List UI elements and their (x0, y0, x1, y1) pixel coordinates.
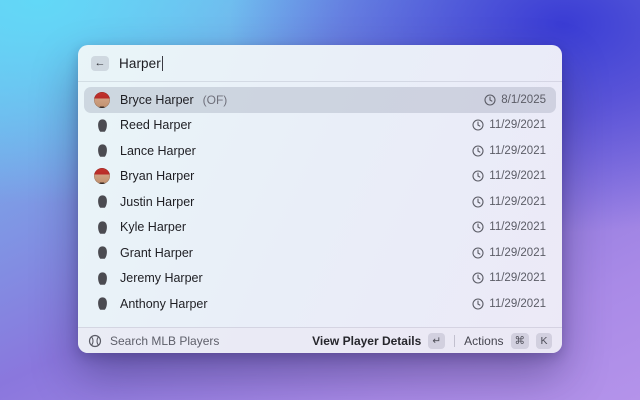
player-position: (OF) (203, 93, 228, 107)
clock-icon (472, 221, 484, 233)
clock-icon (472, 298, 484, 310)
player-date: 8/1/2025 (501, 94, 546, 106)
player-silhouette-avatar (94, 117, 110, 133)
results-list: Bryce Harper (OF) 8/1/2025 Reed Harper 11/29… (78, 82, 562, 327)
text-caret (162, 56, 163, 71)
player-row[interactable]: Anthony Harper 11/29/2021 (84, 291, 556, 317)
footer-command-info: Search MLB Players (88, 334, 219, 348)
player-name: Justin Harper (120, 195, 194, 209)
player-photo-avatar (94, 168, 110, 184)
footer-bar: Search MLB Players View Player Details ↵… (78, 327, 562, 353)
player-row[interactable]: Grant Harper 11/29/2021 (84, 240, 556, 266)
player-name: Bryce Harper (120, 93, 194, 107)
k-keycap: K (536, 333, 552, 349)
clock-icon (472, 272, 484, 284)
player-silhouette-avatar (94, 270, 110, 286)
actions-button[interactable]: Actions (464, 334, 503, 348)
player-silhouette-avatar (94, 296, 110, 312)
back-arrow-icon: ← (95, 56, 106, 71)
search-input[interactable]: Harper (119, 45, 549, 81)
player-silhouette-avatar (94, 194, 110, 210)
player-row[interactable]: Justin Harper 11/29/2021 (84, 189, 556, 215)
player-silhouette-avatar (94, 143, 110, 159)
row-accessory: 11/29/2021 (472, 298, 546, 310)
footer-actions: View Player Details ↵ Actions ⌘ K (312, 333, 552, 349)
clock-icon (472, 145, 484, 157)
player-row[interactable]: Jeremy Harper 11/29/2021 (84, 266, 556, 292)
clock-icon (472, 119, 484, 131)
player-date: 11/29/2021 (489, 272, 546, 284)
player-date: 11/29/2021 (489, 221, 546, 233)
player-date: 11/29/2021 (489, 247, 546, 259)
clock-icon (484, 94, 496, 106)
cmd-keycap: ⌘ (511, 333, 530, 349)
player-silhouette-avatar (94, 245, 110, 261)
player-date: 11/29/2021 (489, 196, 546, 208)
launcher-window: ← Harper Bryce Harper (OF) 8/1/2025 Reed Ha… (78, 45, 562, 353)
player-name: Kyle Harper (120, 220, 186, 234)
player-date: 11/29/2021 (489, 170, 546, 182)
back-button[interactable]: ← (91, 56, 109, 71)
row-accessory: 11/29/2021 (472, 196, 546, 208)
row-accessory: 11/29/2021 (472, 170, 546, 182)
player-row[interactable]: Bryce Harper (OF) 8/1/2025 (84, 87, 556, 113)
player-row[interactable]: Reed Harper 11/29/2021 (84, 113, 556, 139)
player-name: Grant Harper (120, 246, 193, 260)
row-accessory: 11/29/2021 (472, 119, 546, 131)
player-name: Anthony Harper (120, 297, 208, 311)
command-title: Search MLB Players (110, 334, 219, 348)
player-row[interactable]: Lance Harper 11/29/2021 (84, 138, 556, 164)
player-photo-avatar (94, 92, 110, 108)
player-silhouette-avatar (94, 219, 110, 235)
player-date: 11/29/2021 (489, 145, 546, 157)
baseball-icon (88, 334, 102, 348)
search-bar: ← Harper (78, 45, 562, 82)
player-row[interactable]: Bryan Harper 11/29/2021 (84, 164, 556, 190)
clock-icon (472, 196, 484, 208)
row-accessory: 11/29/2021 (472, 272, 546, 284)
player-date: 11/29/2021 (489, 298, 546, 310)
player-row[interactable]: Kyle Harper 11/29/2021 (84, 215, 556, 241)
row-accessory: 8/1/2025 (484, 94, 546, 106)
return-keycap: ↵ (428, 333, 445, 349)
footer-divider (454, 335, 455, 347)
player-name: Reed Harper (120, 118, 192, 132)
clock-icon (472, 247, 484, 259)
player-name: Lance Harper (120, 144, 196, 158)
player-date: 11/29/2021 (489, 119, 546, 131)
row-accessory: 11/29/2021 (472, 247, 546, 259)
row-accessory: 11/29/2021 (472, 221, 546, 233)
search-query-text: Harper (119, 56, 161, 71)
desktop-background: ← Harper Bryce Harper (OF) 8/1/2025 Reed Ha… (0, 0, 640, 400)
clock-icon (472, 170, 484, 182)
player-name: Bryan Harper (120, 169, 194, 183)
primary-action-label[interactable]: View Player Details (312, 334, 421, 348)
player-name: Jeremy Harper (120, 271, 203, 285)
row-accessory: 11/29/2021 (472, 145, 546, 157)
